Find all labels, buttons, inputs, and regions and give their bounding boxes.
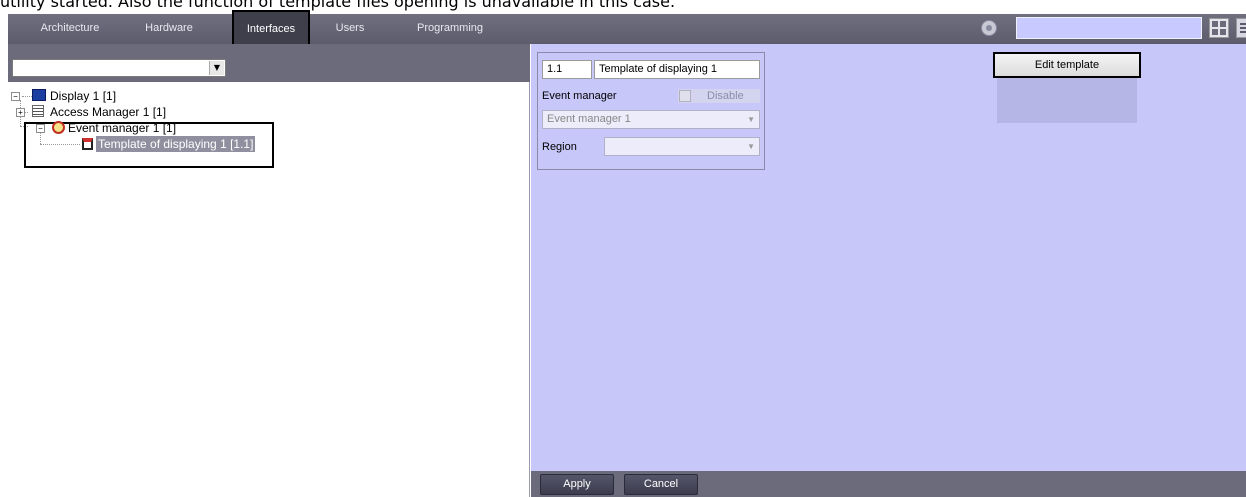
list-view-icon[interactable] [1236, 18, 1246, 38]
disable-checkbox[interactable]: Disable [678, 89, 760, 103]
chevron-down-icon[interactable]: ▼ [747, 138, 755, 155]
tree-item-display[interactable]: Display 1 [1] [50, 88, 116, 104]
event-manager-select[interactable]: Event manager 1 ▼ [542, 110, 760, 129]
tab-interfaces[interactable]: Interfaces [232, 10, 310, 48]
cancel-button[interactable]: Cancel [624, 474, 698, 495]
top-navigation-bar: Architecture Hardware Interfaces Users P… [8, 10, 1246, 48]
tab-architecture[interactable]: Architecture [30, 14, 110, 44]
object-tree-panel: ▼ − Display 1 [1] + Access Manager 1 [1]… [8, 44, 530, 497]
event-manager-label: Event manager [542, 90, 617, 102]
monitor-icon [32, 89, 46, 101]
search-input[interactable] [1016, 17, 1202, 39]
id-field[interactable]: 1.1 [542, 60, 592, 79]
template-icon [82, 138, 93, 150]
expand-toggle[interactable]: + [16, 108, 25, 117]
object-filter-combobox[interactable]: ▼ [12, 59, 226, 77]
tab-users[interactable]: Users [330, 14, 370, 44]
collapse-toggle[interactable]: − [11, 92, 20, 101]
list-icon [32, 105, 44, 117]
apply-button[interactable]: Apply [540, 474, 614, 495]
edit-template-area [997, 78, 1137, 123]
edit-template-button[interactable]: Edit template [993, 52, 1141, 78]
tree-item-event-manager[interactable]: Event manager 1 [1] [68, 120, 176, 136]
name-field[interactable]: Template of displaying 1 [594, 60, 760, 79]
region-select[interactable]: ▼ [604, 137, 760, 156]
disable-label: Disable [707, 90, 744, 102]
tree-panel-header: ▼ [8, 44, 530, 82]
tab-programming[interactable]: Programming [410, 14, 490, 44]
tree-item-template[interactable]: Template of displaying 1 [1.1] [96, 136, 256, 152]
page-caption: utility started. Also the function of te… [0, 0, 676, 11]
tree-connector [22, 96, 32, 97]
event-magnifier-icon [52, 121, 65, 134]
settings-icon[interactable] [981, 20, 997, 36]
chevron-down-icon[interactable]: ▼ [209, 61, 224, 75]
tab-hardware[interactable]: Hardware [134, 14, 204, 44]
collapse-toggle[interactable]: − [36, 124, 45, 133]
template-settings-group: 1.1 Template of displaying 1 Event manag… [537, 52, 765, 170]
checkbox-icon[interactable] [679, 90, 691, 102]
region-label: Region [542, 141, 577, 153]
chevron-down-icon[interactable]: ▼ [747, 111, 755, 128]
bottom-action-bar: Apply Cancel [531, 471, 1246, 497]
event-manager-select-value: Event manager 1 [547, 113, 631, 125]
tree-item-access-manager[interactable]: Access Manager 1 [1] [50, 104, 166, 120]
grid-view-icon[interactable] [1209, 18, 1229, 38]
